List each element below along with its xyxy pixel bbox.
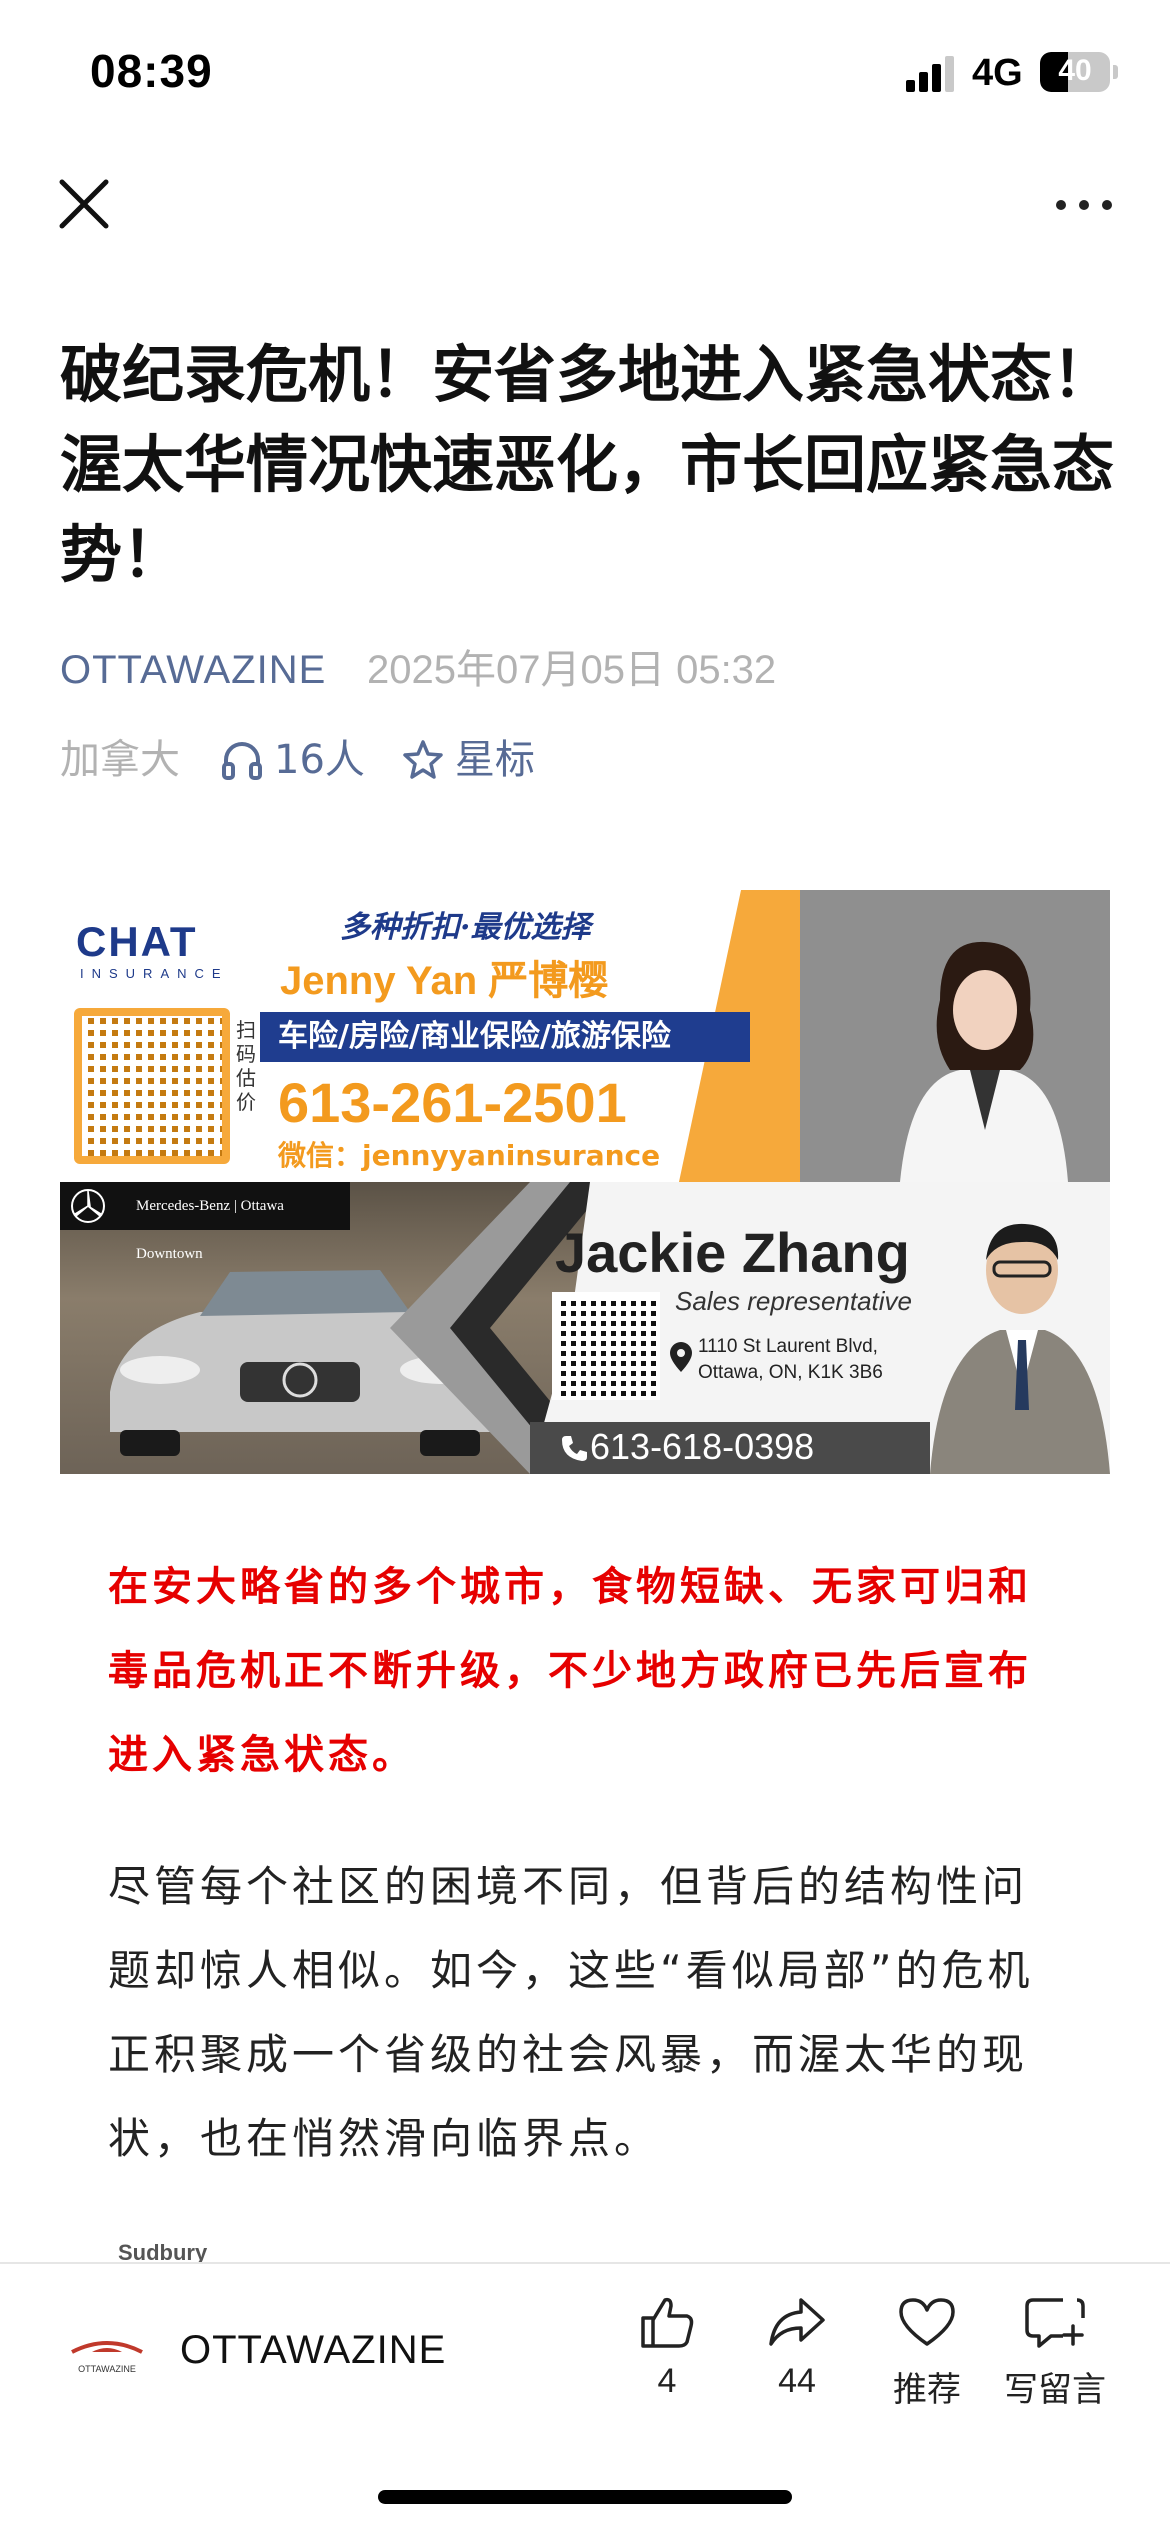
qr-code-dealer (552, 1292, 660, 1400)
article-meta-secondary: 加拿大 16人 星标 (60, 730, 535, 790)
qr-code-insurance (74, 1008, 230, 1164)
close-button[interactable] (56, 176, 112, 232)
ad-slogan: 多种折扣·最优选择 (340, 910, 591, 945)
close-icon (59, 179, 109, 229)
mercedes-logo-icon (71, 1189, 105, 1223)
share-count: 44 (778, 2362, 816, 2400)
agent-name: Jenny Yan 严博樱 (280, 959, 609, 1003)
article-title: 破纪录危机！安省多地进入紧急状态！渥太华情况快速恶化，市长回应紧急态势！ (60, 338, 1115, 591)
recommend-button[interactable]: 推荐 (862, 2294, 992, 2411)
listen-button[interactable]: 16人 (220, 730, 365, 790)
sales-rep-role: Sales representative (675, 1286, 913, 1316)
article-paragraph: 尽管每个社区的困境不同，但背后的结构性问题却惊人相似。如今，这些“看似局部”的危… (108, 1862, 1034, 2163)
recommend-label: 推荐 (893, 2371, 961, 2409)
thumbs-up-icon (641, 2297, 694, 2348)
bottom-account-name[interactable]: OTTAWAZINE (180, 2328, 446, 2373)
location-pin-icon (670, 1342, 692, 1372)
more-button[interactable] (1052, 190, 1116, 220)
like-count: 4 (657, 2362, 677, 2400)
comment-button[interactable]: 写留言 (990, 2294, 1120, 2411)
comment-label: 写留言 (1004, 2371, 1106, 2409)
battery-icon: 40 (1040, 52, 1110, 92)
dealer-phone: 613-618-0398 (590, 1426, 815, 1467)
phone-icon (562, 1436, 587, 1461)
listener-count: 16人 (274, 737, 365, 783)
status-bar: 08:39 4G 40 (0, 0, 1170, 150)
battery-tip (1113, 65, 1118, 79)
more-icon (1056, 200, 1066, 210)
star-icon (403, 740, 443, 779)
network-type: 4G (972, 52, 1023, 94)
chat-logo: CHAT (76, 918, 198, 965)
sales-rep-name: Jackie Zhang (555, 1221, 910, 1284)
insurance-phone: 613-261-2501 (278, 1071, 627, 1134)
dealer-address: 1110 St Laurent Blvd, Ottawa, ON, K1K 3B… (698, 1336, 883, 1383)
chat-logo-sub: INSURANCE (80, 966, 229, 981)
heart-icon (899, 2298, 955, 2346)
sales-rep-photo (930, 1200, 1110, 1474)
article-lead: 在安大略省的多个城市，食物短缺、无家可归和毒品危机正不断升级，不少地方政府已先后… (108, 1564, 1032, 1778)
services-bar: 车险/房险/商业保险/旅游保险 (260, 1012, 750, 1062)
insurance-ad-banner[interactable]: CHAT INSURANCE 扫码估价 多种折扣·最优选择 Jenny Yan … (60, 890, 1110, 1182)
agent-photo (900, 941, 1068, 1182)
publish-date: 2025年07月05日 05:32 (367, 648, 777, 692)
wechat-id: 微信：jennyyaninsurance (278, 1139, 661, 1172)
comment-add-icon (1025, 2298, 1085, 2348)
account-link[interactable]: OTTAWAZINE (60, 648, 326, 692)
mercedes-ad-banner[interactable]: Mercedes-Benz | Ottawa Downtown Jackie Z… (60, 1182, 1110, 1474)
home-indicator[interactable] (378, 2490, 792, 2504)
signal-icon (906, 54, 956, 92)
star-label: 星标 (454, 737, 535, 783)
status-time: 08:39 (90, 45, 213, 97)
account-logo-icon[interactable]: OTTAWAZINE (62, 2328, 152, 2382)
region-label: 加拿大 (60, 737, 180, 783)
svg-text:OTTAWAZINE: OTTAWAZINE (78, 2364, 136, 2374)
battery-percent: 40 (1058, 54, 1092, 87)
share-button[interactable]: 44 (732, 2294, 862, 2401)
like-button[interactable]: 4 (602, 2294, 732, 2401)
headphones-icon (222, 742, 262, 780)
share-icon (769, 2298, 825, 2346)
star-button[interactable]: 星标 (401, 730, 535, 790)
scan-text: 扫码估价 (236, 1018, 256, 1114)
article-meta: OTTAWAZINE 2025年07月05日 05:32 (60, 640, 776, 700)
